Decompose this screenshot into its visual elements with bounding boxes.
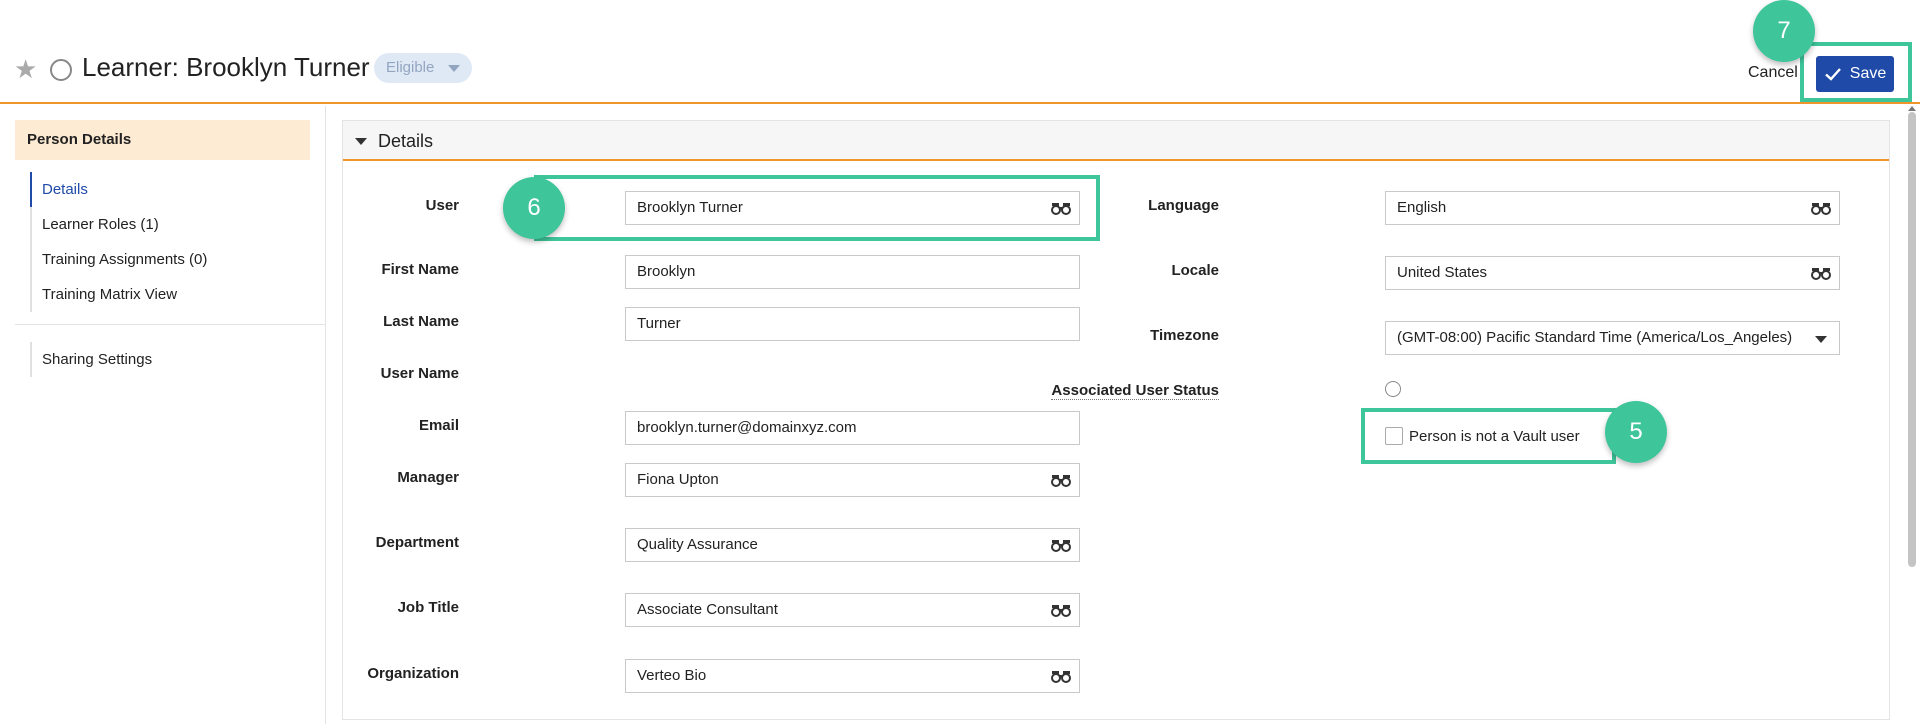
timezone-label: Timezone <box>1150 327 1219 344</box>
left-navigation: Person Details Details Learner Roles (1)… <box>0 106 326 724</box>
nav-section-header: Person Details <box>15 120 310 160</box>
cancel-button[interactable]: Cancel <box>1748 64 1798 82</box>
manager-value: Fiona Upton <box>637 471 719 488</box>
timezone-value: (GMT-08:00) Pacific Standard Time (Ameri… <box>1397 329 1793 346</box>
manager-field[interactable]: Fiona Upton <box>625 463 1080 497</box>
language-field[interactable]: English <box>1385 191 1840 225</box>
associated-user-status-radio[interactable] <box>1385 381 1401 397</box>
user-field-highlight <box>534 175 1100 241</box>
binoculars-icon[interactable] <box>1051 602 1071 618</box>
nav-group: Details Learner Roles (1) Training Assig… <box>30 172 207 312</box>
organization-label: Organization <box>367 665 459 682</box>
email-field[interactable]: brooklyn.turner@domainxyz.com <box>625 411 1080 445</box>
binoculars-icon[interactable] <box>1811 265 1831 281</box>
organization-value: Verteo Bio <box>637 667 707 684</box>
first-name-label: First Name <box>381 261 459 278</box>
vault-user-highlight <box>1361 408 1616 464</box>
scroll-up-arrow-icon[interactable] <box>1908 106 1916 111</box>
department-label: Department <box>375 534 459 551</box>
status-label: Eligible <box>386 59 435 76</box>
nav-item-details[interactable]: Details <box>42 172 207 207</box>
nav-item-sharing-settings[interactable]: Sharing Settings <box>42 342 152 377</box>
section-title: Details <box>378 131 434 151</box>
section-header[interactable]: Details <box>343 121 1889 161</box>
binoculars-icon[interactable] <box>1811 200 1831 216</box>
job-title-value: Associate Consultant <box>637 601 778 618</box>
department-value: Quality Assurance <box>637 536 758 553</box>
last-name-label: Last Name <box>383 313 459 330</box>
job-title-field[interactable]: Associate Consultant <box>625 593 1080 627</box>
user-label: User <box>425 197 459 214</box>
page: ★ Learner: Brooklyn Turner Eligible Canc… <box>0 0 1920 724</box>
nav-group-sharing: Sharing Settings <box>30 342 152 377</box>
callout-badge-7: 7 <box>1753 0 1815 62</box>
callout-badge-6: 6 <box>503 177 565 239</box>
follow-circle-icon[interactable] <box>50 59 72 81</box>
first-name-field[interactable]: Brooklyn <box>625 255 1080 289</box>
manager-label: Manager <box>397 469 459 486</box>
nav-item-learner-roles[interactable]: Learner Roles (1) <box>42 207 207 242</box>
nav-divider <box>15 324 326 325</box>
chevron-down-icon <box>448 64 461 72</box>
scrollbar[interactable] <box>1908 112 1916 567</box>
locale-field[interactable]: United States <box>1385 256 1840 290</box>
page-title: Learner: Brooklyn Turner <box>82 52 370 82</box>
timezone-select[interactable]: (GMT-08:00) Pacific Standard Time (Ameri… <box>1385 321 1840 355</box>
binoculars-icon[interactable] <box>1051 537 1071 553</box>
active-indicator <box>30 172 32 207</box>
star-icon[interactable]: ★ <box>14 56 40 82</box>
job-title-label: Job Title <box>397 599 459 616</box>
language-label: Language <box>1148 197 1219 214</box>
binoculars-icon[interactable] <box>1051 668 1071 684</box>
email-label: Email <box>418 417 459 434</box>
nav-item-training-assignments[interactable]: Training Assignments (0) <box>42 242 207 277</box>
locale-label: Locale <box>1171 262 1219 279</box>
user-name-label: User Name <box>380 365 459 382</box>
organization-field[interactable]: Verteo Bio <box>625 659 1080 693</box>
language-value: English <box>1397 199 1447 216</box>
last-name-field[interactable]: Turner <box>625 307 1080 341</box>
callout-badge-5: 5 <box>1605 401 1667 463</box>
locale-value: United States <box>1397 264 1488 281</box>
record-header: ★ Learner: Brooklyn Turner Eligible Canc… <box>0 0 1920 104</box>
collapse-caret-icon[interactable] <box>355 138 367 145</box>
save-highlight <box>1800 42 1912 102</box>
associated-user-status-label: Associated User Status <box>1051 382 1219 400</box>
nav-item-training-matrix[interactable]: Training Matrix View <box>42 277 207 312</box>
binoculars-icon[interactable] <box>1051 472 1071 488</box>
chevron-down-icon <box>1815 336 1827 343</box>
status-badge[interactable]: Eligible <box>374 53 473 83</box>
department-field[interactable]: Quality Assurance <box>625 528 1080 562</box>
